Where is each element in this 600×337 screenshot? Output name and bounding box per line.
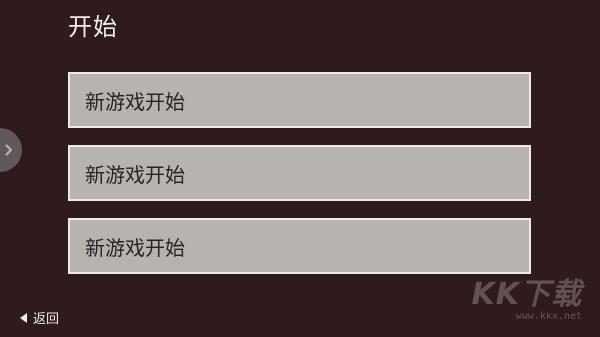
chevron-icon: [4, 143, 14, 157]
page-title: 开始: [68, 13, 118, 41]
back-button[interactable]: 返回: [20, 308, 59, 327]
save-slot-2-button[interactable]: 新游戏开始: [68, 145, 531, 201]
save-slot-2-label: 新游戏开始: [85, 162, 185, 187]
watermark-url: www.kkx.net: [515, 311, 582, 322]
watermark: KK下载 www.kkx.net: [472, 279, 583, 323]
watermark-logo: KK下载: [471, 277, 582, 312]
save-slot-1-button[interactable]: 新游戏开始: [68, 72, 531, 128]
back-label: 返回: [33, 312, 60, 327]
save-slot-3-button[interactable]: 新游戏开始: [68, 218, 531, 274]
save-slot-1-label: 新游戏开始: [85, 89, 185, 114]
save-slot-3-label: 新游戏开始: [85, 235, 185, 260]
save-slot-list: 新游戏开始 新游戏开始 新游戏开始: [68, 72, 531, 291]
side-drawer-handle[interactable]: [0, 128, 22, 172]
back-arrow-icon: [20, 312, 27, 323]
